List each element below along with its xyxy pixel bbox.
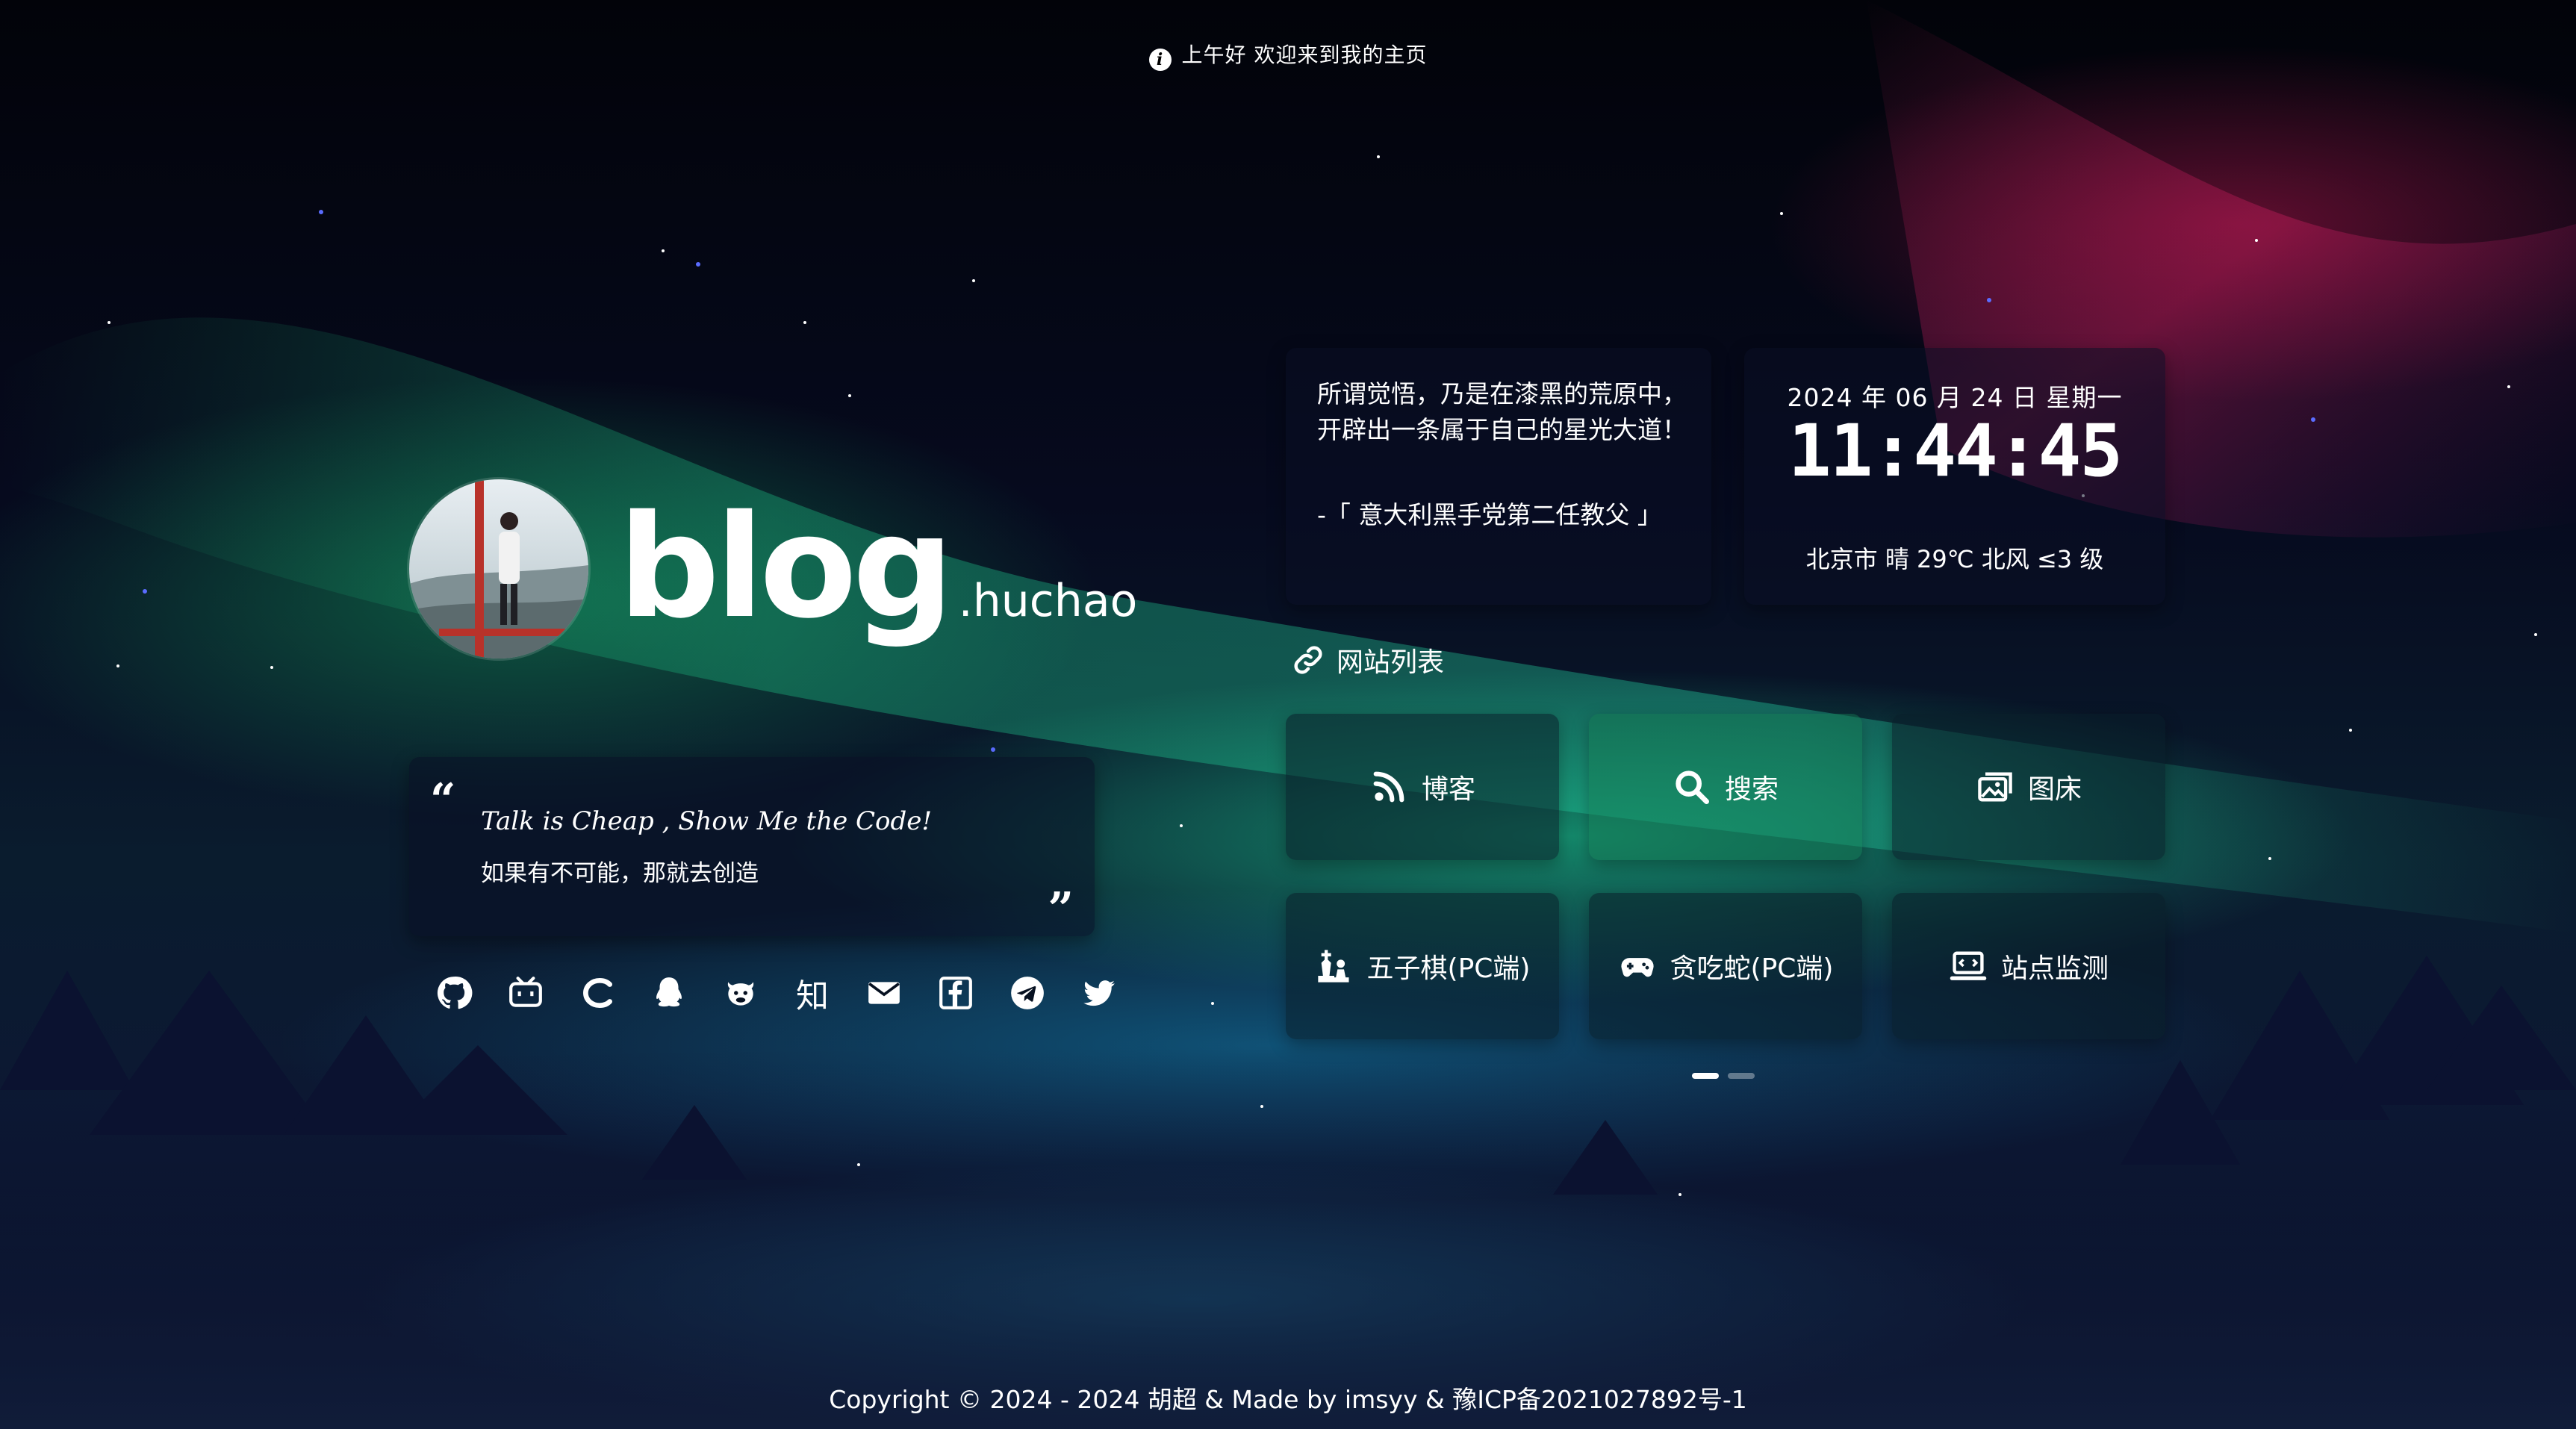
aurora-scenery (0, 0, 2576, 1429)
page-dot-active[interactable] (1692, 1073, 1719, 1079)
qq-icon (656, 977, 682, 1007)
site-list-title: 网站列表 (1337, 647, 1445, 678)
bilibili-icon (509, 977, 542, 1007)
close-quote-icon: ” (1048, 883, 1074, 935)
image-bed-icon (1978, 772, 2012, 802)
quote-text: 所谓觉悟，乃是在漆黑的荒原中，开辟出一条属于自己的星光大道！ (1317, 379, 1687, 444)
page-dot[interactable] (1728, 1073, 1755, 1079)
site-tile-image-bed[interactable]: 图床 (1892, 714, 2165, 860)
site-list-header: 网站列表 (1292, 641, 1444, 679)
site-tile-label: 五子棋(PC端) (1366, 953, 1531, 984)
cow-icon (727, 982, 754, 1006)
twitter-link[interactable] (1063, 971, 1135, 1015)
info-icon: i (1148, 49, 1172, 71)
site-tile-gomoku[interactable]: 五子棋(PC端) (1286, 893, 1559, 1039)
welcome-text: 欢迎来到我的主页 (1254, 43, 1428, 67)
email-icon (868, 982, 900, 1004)
weather-text: 北京市 晴 29℃ 北风 ≤3 级 (1805, 545, 2104, 573)
facebook-icon (939, 977, 972, 1009)
email-link[interactable] (848, 971, 920, 1015)
site-tile-label: 图床 (2027, 774, 2082, 805)
site-tile-search[interactable]: 搜索 (1589, 714, 1862, 860)
site-list-pagination (1692, 1068, 1764, 1082)
logo-sub-text: .huchao (958, 575, 1138, 627)
date-text: 2024 年 06 月 24 日 星期一 (1787, 383, 2123, 412)
social-links: 知 (418, 971, 1135, 1015)
motto-card[interactable]: “ Talk is Cheap , Show Me the Code! 如果有不… (409, 757, 1095, 936)
site-tile-monitor[interactable]: 站点监测 (1892, 893, 2165, 1039)
search-icon (1676, 770, 1709, 804)
site-tile-snake[interactable]: 贪吃蛇(PC端) (1589, 893, 1862, 1039)
telegram-link[interactable] (992, 971, 1063, 1015)
quote-card[interactable]: 所谓觉悟，乃是在漆黑的荒原中，开辟出一条属于自己的星光大道！ -「 意大利黑手党… (1286, 348, 1711, 605)
qq-link[interactable] (633, 971, 705, 1015)
quote-source: -「 意大利黑手党第二任教父 」 (1317, 500, 1662, 529)
site-logo[interactable]: blog .huchao (618, 478, 1137, 657)
greeting-text: 上午好 (1181, 43, 1247, 67)
avatar (409, 479, 588, 659)
zhihu-link[interactable]: 知 (777, 971, 848, 1015)
site-tile-blog[interactable]: 博客 (1286, 714, 1559, 860)
facebook-link[interactable] (920, 971, 992, 1015)
footer-copyright[interactable]: Copyright © 2024 - 2024 胡超 & Made by ims… (829, 1385, 1747, 1414)
clock-weather-card[interactable]: 2024 年 06 月 24 日 星期一 11:44:45 北京市 晴 29℃ … (1744, 348, 2165, 605)
site-tile-label: 站点监测 (2000, 953, 2109, 984)
monitor-icon (1950, 951, 1987, 980)
github-icon (437, 976, 473, 1009)
link-icon (1294, 646, 1322, 674)
page-background: i 上午好 欢迎来到我的主页 blog .huchao “ Talk is Ch… (0, 0, 2576, 1429)
csdn-link[interactable] (561, 971, 633, 1015)
cow-link[interactable] (705, 971, 777, 1015)
open-quote-icon: “ (430, 774, 456, 826)
twitter-icon (1083, 980, 1115, 1006)
telegram-icon (1011, 977, 1044, 1009)
motto-line-chinese: 如果有不可能，那就去创造 (481, 860, 759, 887)
csdn-icon (583, 977, 612, 1009)
gamepad-icon (1620, 958, 1654, 977)
chess-icon (1317, 950, 1349, 983)
blog-icon (1373, 771, 1404, 803)
motto-line-english: Talk is Cheap , Show Me the Code! (481, 806, 933, 836)
logo-main-text: blog (618, 485, 954, 650)
github-link[interactable] (418, 971, 490, 1015)
zhihu-icon: 知 (796, 977, 829, 1015)
site-tile-label: 贪吃蛇(PC端) (1670, 953, 1834, 984)
site-tile-label: 博客 (1421, 774, 1475, 805)
footer: Copyright © 2024 - 2024 胡超 & Made by ims… (0, 1380, 2576, 1416)
bilibili-link[interactable] (490, 971, 561, 1015)
avatar-image (409, 479, 588, 659)
greeting-bar: i 上午好 欢迎来到我的主页 (0, 39, 2576, 71)
site-tile-label: 搜索 (1724, 774, 1779, 805)
clock-time: 11:44:45 (1788, 409, 2123, 493)
